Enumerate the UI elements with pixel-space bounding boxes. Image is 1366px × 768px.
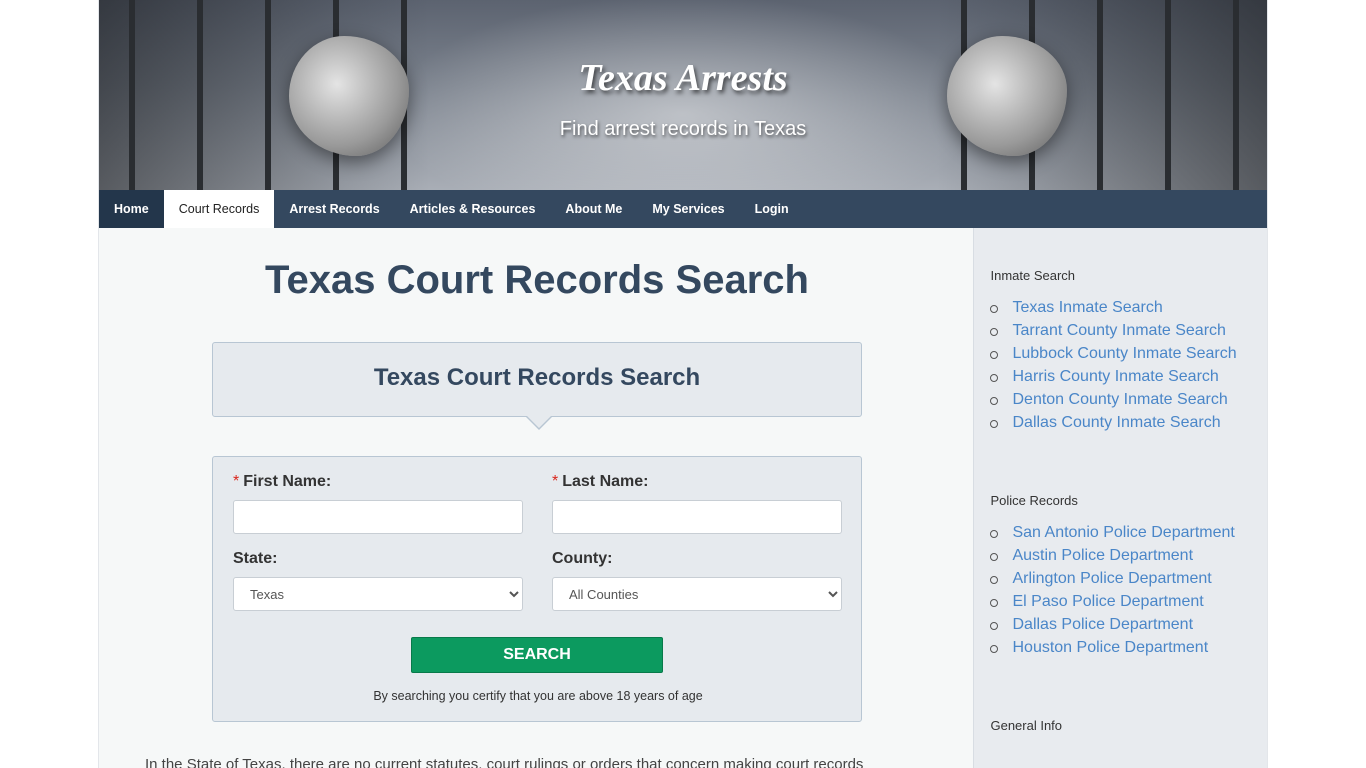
- state-field-group: State: Texas: [233, 550, 523, 611]
- sidebar-link[interactable]: Texas Inmate Search: [990, 299, 1267, 322]
- site-header: Texas Arrests Find arrest records in Tex…: [99, 0, 1267, 190]
- sidebar-link[interactable]: Austin Police Department: [990, 547, 1267, 570]
- nav-item-court-records[interactable]: Court Records: [163, 190, 275, 228]
- search-box-header: Texas Court Records Search: [212, 342, 862, 430]
- sidebar-link[interactable]: Harris County Inmate Search: [990, 368, 1267, 391]
- sidebar-link[interactable]: Lubbock County Inmate Search: [990, 345, 1267, 368]
- state-select[interactable]: Texas: [233, 577, 523, 611]
- content-area: Texas Court Records Search Texas Court R…: [99, 228, 1267, 768]
- police-records-heading: Police Records: [990, 493, 1078, 508]
- general-info-section: General Info: [990, 718, 1267, 733]
- site-tagline: Find arrest records in Texas: [559, 118, 807, 140]
- sidebar-link[interactable]: Tarrant County Inmate Search: [990, 322, 1267, 345]
- search-box-title: Texas Court Records Search: [373, 364, 701, 391]
- last-name-field-group: * Last Name:: [552, 473, 842, 534]
- inmate-search-section: Inmate Search Texas Inmate Search Tarran…: [990, 268, 1267, 437]
- sidebar-link[interactable]: Dallas Police Department: [990, 616, 1267, 639]
- page-title: Texas Court Records Search: [265, 258, 809, 302]
- search-form: * First Name: * Last Name: State: Texas Co…: [212, 456, 862, 722]
- site-title[interactable]: Texas Arrests: [99, 56, 1267, 100]
- main-content: Texas Court Records Search Texas Court R…: [99, 228, 974, 768]
- search-button[interactable]: SEARCH: [411, 637, 663, 673]
- required-marker: *: [552, 473, 559, 490]
- last-name-input[interactable]: [552, 500, 842, 534]
- nav-item-articles-resources[interactable]: Articles & Resources: [395, 190, 551, 228]
- site-container: Texas Arrests Find arrest records in Tex…: [98, 0, 1268, 768]
- nav-item-about-me[interactable]: About Me: [550, 190, 637, 228]
- nav-item-arrest-records[interactable]: Arrest Records: [274, 190, 394, 228]
- state-label: State:: [233, 550, 278, 567]
- nav-item-home[interactable]: Home: [99, 190, 164, 228]
- last-name-label: * Last Name:: [552, 473, 649, 490]
- first-name-label: * First Name:: [233, 473, 332, 490]
- main-nav: Home Court Records Arrest Records Articl…: [99, 190, 1267, 228]
- first-name-field-group: * First Name:: [233, 473, 523, 534]
- county-select[interactable]: All Counties: [552, 577, 842, 611]
- sidebar-link[interactable]: Houston Police Department: [990, 639, 1267, 662]
- sidebar-link[interactable]: San Antonio Police Department: [990, 524, 1267, 547]
- required-marker: *: [233, 473, 240, 490]
- nav-item-login[interactable]: Login: [740, 190, 804, 228]
- age-disclaimer: By searching you certify that you are ab…: [373, 689, 703, 703]
- police-records-list: San Antonio Police Department Austin Pol…: [990, 524, 1267, 662]
- sidebar-link[interactable]: Dallas County Inmate Search: [990, 414, 1267, 437]
- sidebar-link[interactable]: Denton County Inmate Search: [990, 391, 1267, 414]
- nav-item-my-services[interactable]: My Services: [637, 190, 739, 228]
- pointer-arrow: [526, 416, 552, 430]
- intro-paragraph: In the State of Texas, there are no curr…: [145, 756, 864, 768]
- sidebar-link[interactable]: Arlington Police Department: [990, 570, 1267, 593]
- county-field-group: County: All Counties: [552, 550, 842, 611]
- inmate-search-heading: Inmate Search: [990, 268, 1076, 283]
- county-label: County:: [552, 550, 613, 567]
- general-info-heading: General Info: [990, 718, 1063, 733]
- police-records-section: Police Records San Antonio Police Depart…: [990, 493, 1267, 662]
- sidebar: Inmate Search Texas Inmate Search Tarran…: [973, 228, 1267, 768]
- first-name-input[interactable]: [233, 500, 523, 534]
- sidebar-link[interactable]: El Paso Police Department: [990, 593, 1267, 616]
- inmate-search-list: Texas Inmate Search Tarrant County Inmat…: [990, 299, 1267, 437]
